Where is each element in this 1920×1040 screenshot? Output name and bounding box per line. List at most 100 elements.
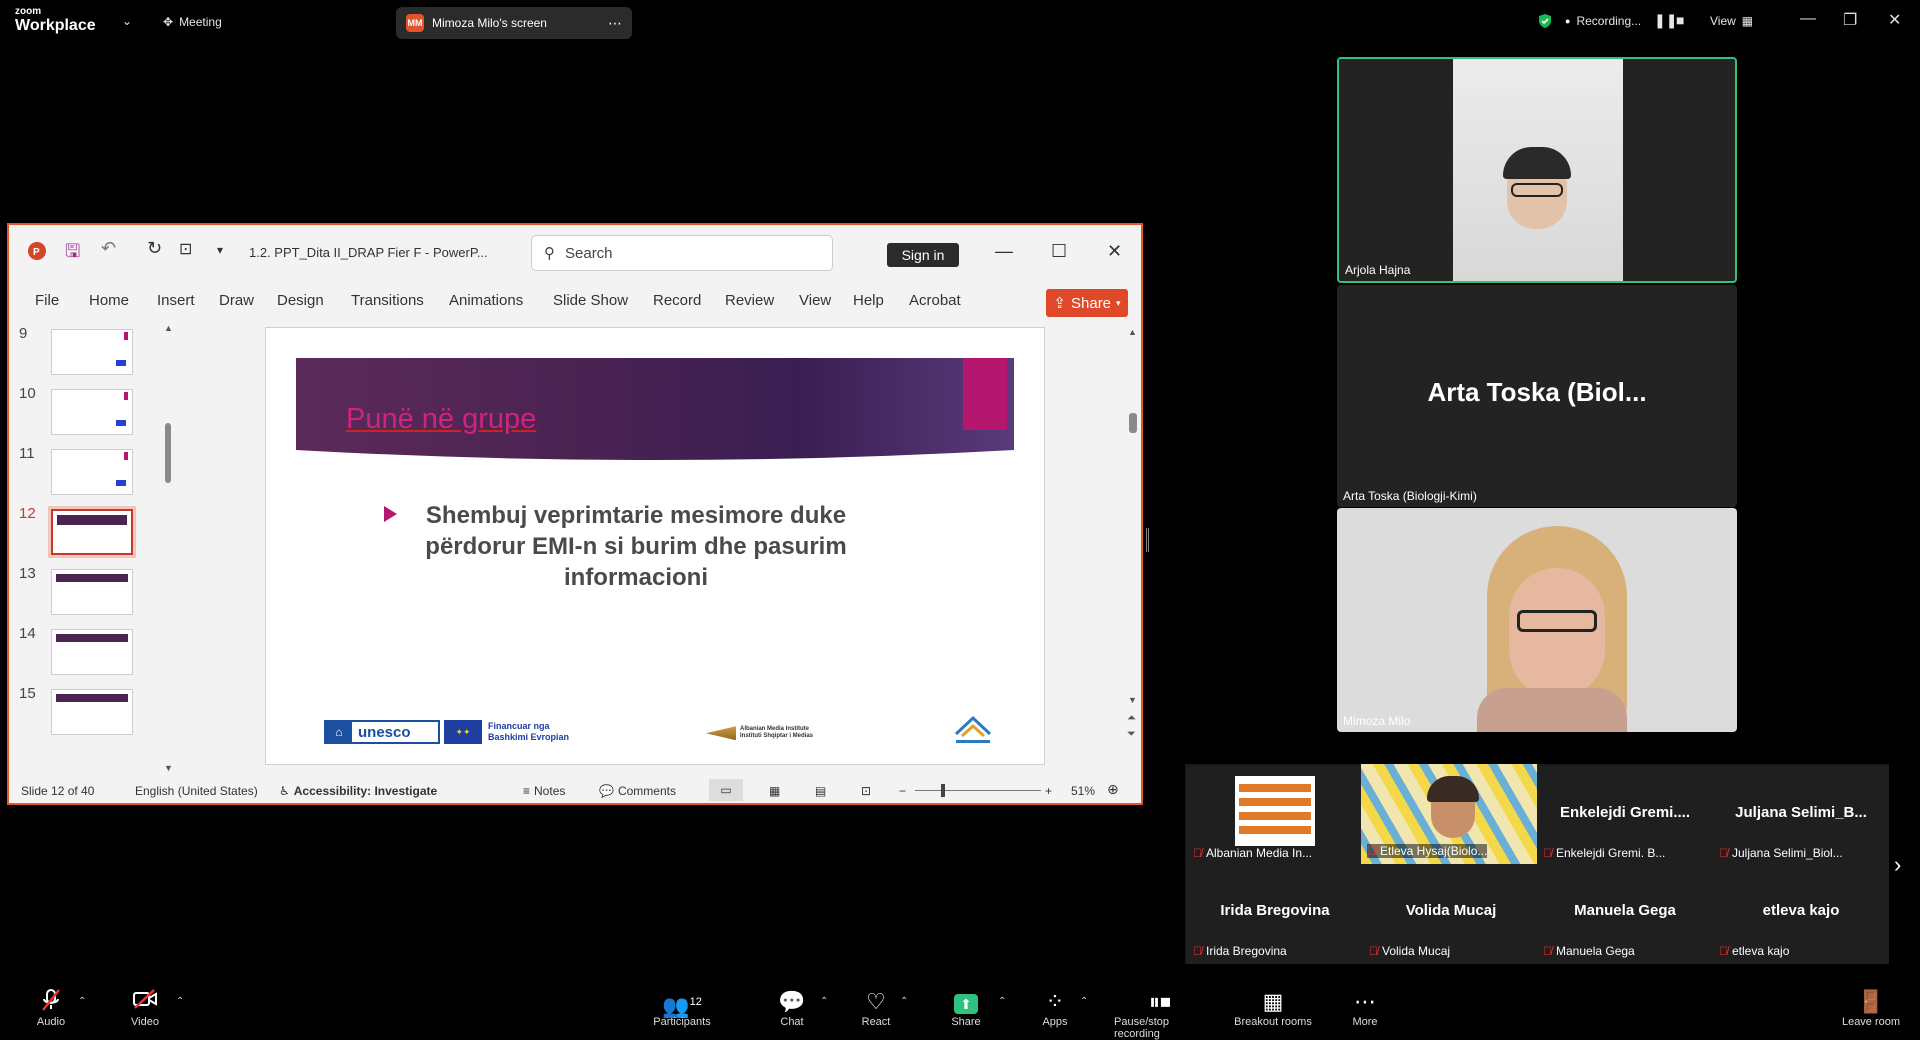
reading-view-icon[interactable]: ▤ <box>815 784 826 798</box>
screen-share-indicator[interactable]: MM Mimoza Milo's screen ⋯ <box>396 7 632 39</box>
slide-bullet-text[interactable]: Shembuj veprimtarie mesimore duke përdor… <box>386 500 886 594</box>
slide-thumbnail-15[interactable] <box>51 689 133 735</box>
share-screen-button[interactable]: ⬆ Share <box>921 988 1011 1028</box>
notes-button[interactable]: ≡ Notes <box>523 784 565 798</box>
slide-scroll-up-icon[interactable]: ▲ <box>1128 327 1137 337</box>
redo-icon[interactable]: ↻ <box>147 238 162 259</box>
slide-thumbnail-11[interactable] <box>51 449 133 495</box>
thumbnail-scroll-thumb[interactable] <box>165 423 171 483</box>
tab-review[interactable]: Review <box>725 292 774 309</box>
gallery-tile[interactable]: Enkelejdi Gremi.... 🎙̸ Enkelejdi Gremi. B… <box>1537 766 1713 866</box>
zoom-workplace-logo[interactable]: zoom Workplace <box>15 7 96 34</box>
gallery-tile[interactable]: etleva kajo 🎙̸ etleva kajo <box>1713 864 1889 964</box>
sign-in-button[interactable]: Sign in <box>887 243 959 267</box>
slide-canvas[interactable]: Punë në grupe Shembuj veprimtarie mesimo… <box>265 327 1045 765</box>
view-menu[interactable]: View ▦ <box>1710 14 1753 28</box>
previous-slide-icon[interactable]: ⏶ <box>1127 713 1136 724</box>
slide-thumbnail-10[interactable] <box>51 389 133 435</box>
meeting-menu[interactable]: ✥ Meeting <box>163 15 222 29</box>
video-tile-arjola[interactable]: Arjola Hajna <box>1337 57 1737 283</box>
slide-title[interactable]: Punë në grupe <box>346 403 536 436</box>
close-icon[interactable]: ✕ <box>1888 10 1901 30</box>
more-button[interactable]: ⋯ More <box>1320 988 1410 1028</box>
more-options-icon[interactable]: ⋯ <box>608 15 622 32</box>
logo-dropdown-chevron-icon[interactable]: ⌄ <box>122 14 132 28</box>
scroll-down-icon[interactable]: ▼ <box>164 763 173 773</box>
zoom-in-icon[interactable]: + <box>1045 784 1052 798</box>
slide-scroll-thumb[interactable] <box>1129 413 1137 433</box>
tab-view[interactable]: View <box>799 292 831 309</box>
ppt-search-box[interactable]: ⚲ Search <box>531 235 833 271</box>
present-icon[interactable]: ⊡ <box>179 239 192 259</box>
video-tile-arta[interactable]: Arta Toska (Biol... Arta Toska (Biologji… <box>1337 285 1737 507</box>
chat-options-chevron-icon[interactable]: ⌃ <box>820 996 828 1007</box>
ppt-close-icon[interactable]: ✕ <box>1107 241 1122 262</box>
thumbnail-scrollbar[interactable]: ▲ ▼ <box>163 323 173 773</box>
tab-insert[interactable]: Insert <box>157 292 195 309</box>
apps-button[interactable]: ⁘ Apps <box>1010 988 1100 1028</box>
slide-thumbnail-12[interactable] <box>48 506 136 558</box>
next-slide-icon[interactable]: ⏷ <box>1127 729 1136 740</box>
gallery-tile[interactable]: 🎙̸ Albanian Media In... <box>1187 766 1363 866</box>
tab-home[interactable]: Home <box>89 292 129 309</box>
qat-customize-icon[interactable]: ▾ <box>217 243 223 257</box>
tab-help[interactable]: Help <box>853 292 884 309</box>
save-icon[interactable]: 🖫 <box>65 239 80 269</box>
gallery-tile[interactable]: Manuela Gega 🎙̸ Manuela Gega <box>1537 864 1713 964</box>
zoom-out-icon[interactable]: − <box>899 784 906 798</box>
slide-thumbnail-13[interactable] <box>51 569 133 615</box>
normal-view-icon[interactable]: ▭ <box>709 779 743 801</box>
react-options-chevron-icon[interactable]: ⌃ <box>900 996 908 1007</box>
pause-stop-recording-button[interactable]: ⏸⏹ Pause/stop recording <box>1114 988 1206 1040</box>
apps-options-chevron-icon[interactable]: ⌃ <box>1080 996 1088 1007</box>
undo-icon[interactable]: ↶ <box>101 238 116 259</box>
tab-animations[interactable]: Animations <box>449 292 523 309</box>
gallery-tile[interactable]: Juljana Selimi_B... 🎙̸ Juljana Selimi_Bio… <box>1713 766 1889 866</box>
tab-slide-show[interactable]: Slide Show <box>553 292 628 309</box>
slide-counter[interactable]: Slide 12 of 40 <box>21 784 94 798</box>
minimize-icon[interactable]: — <box>1800 10 1816 28</box>
stop-recording-icon[interactable]: ■ <box>1676 12 1684 28</box>
zoom-level[interactable]: 51% <box>1071 784 1095 798</box>
slide-sorter-icon[interactable]: ▦ <box>769 784 780 798</box>
breakout-rooms-button[interactable]: ▦ Breakout rooms <box>1228 988 1318 1028</box>
fit-to-window-icon[interactable]: ⊕ <box>1107 781 1119 798</box>
ppt-maximize-icon[interactable]: ☐ <box>1051 241 1067 262</box>
tab-draw[interactable]: Draw <box>219 292 254 309</box>
video-options-chevron-icon[interactable]: ⌃ <box>176 996 184 1007</box>
gallery-next-page-icon[interactable]: › <box>1894 852 1901 878</box>
react-button[interactable]: ♡ React <box>831 988 921 1028</box>
accessibility-status[interactable]: ♿ Accessibility: Investigate <box>279 784 437 798</box>
gallery-tile[interactable]: Irida Bregovina 🎙̸ Irida Bregovina <box>1187 864 1363 964</box>
tab-record[interactable]: Record <box>653 292 701 309</box>
ppt-share-button[interactable]: ⇪ Share ▾ <box>1046 289 1128 317</box>
language-indicator[interactable]: English (United States) <box>135 784 258 798</box>
tab-file[interactable]: File <box>35 292 59 309</box>
slideshow-view-icon[interactable]: ⊡ <box>861 784 871 798</box>
gallery-tile[interactable]: Volida Mucaj 🎙̸ Volida Mucaj <box>1363 864 1539 964</box>
audio-options-chevron-icon[interactable]: ⌃ <box>78 996 86 1007</box>
chat-button[interactable]: 💬 Chat <box>747 988 837 1028</box>
scroll-up-icon[interactable]: ▲ <box>164 323 173 333</box>
video-tile-mimoza[interactable]: Mimoza Milo <box>1337 508 1737 732</box>
slide-scrollbar[interactable]: ▲ ▼ ⏶ ⏷ <box>1127 327 1139 765</box>
slide-scroll-down-icon[interactable]: ▼ <box>1128 695 1137 705</box>
zoom-slider-thumb[interactable] <box>941 784 945 797</box>
tab-transitions[interactable]: Transitions <box>351 292 424 309</box>
share-options-chevron-icon[interactable]: ⌃ <box>998 996 1006 1007</box>
video-button[interactable]: Video <box>100 988 190 1028</box>
encryption-shield-icon[interactable] <box>1537 13 1553 29</box>
ppt-minimize-icon[interactable]: — <box>995 241 1013 262</box>
tab-acrobat[interactable]: Acrobat <box>909 292 961 309</box>
comments-button[interactable]: 💬 Comments <box>599 784 676 798</box>
document-title[interactable]: 1.2. PPT_Dita II_DRAP Fier F - PowerP... <box>249 245 488 260</box>
pause-recording-icon[interactable]: ❚❚ <box>1654 12 1677 29</box>
tab-design[interactable]: Design <box>277 292 324 309</box>
split-resize-handle[interactable] <box>1146 528 1149 552</box>
slide-thumbnail-14[interactable] <box>51 629 133 675</box>
restore-icon[interactable]: ❐ <box>1843 10 1857 30</box>
zoom-slider-track[interactable] <box>915 790 1041 791</box>
participants-button[interactable]: 👥12 Participants <box>637 988 727 1028</box>
leave-room-button[interactable]: 🚪 Leave room <box>1826 988 1916 1028</box>
gallery-tile[interactable]: 🎙̸ Etleva Hysaj(Biolo... <box>1361 764 1537 864</box>
